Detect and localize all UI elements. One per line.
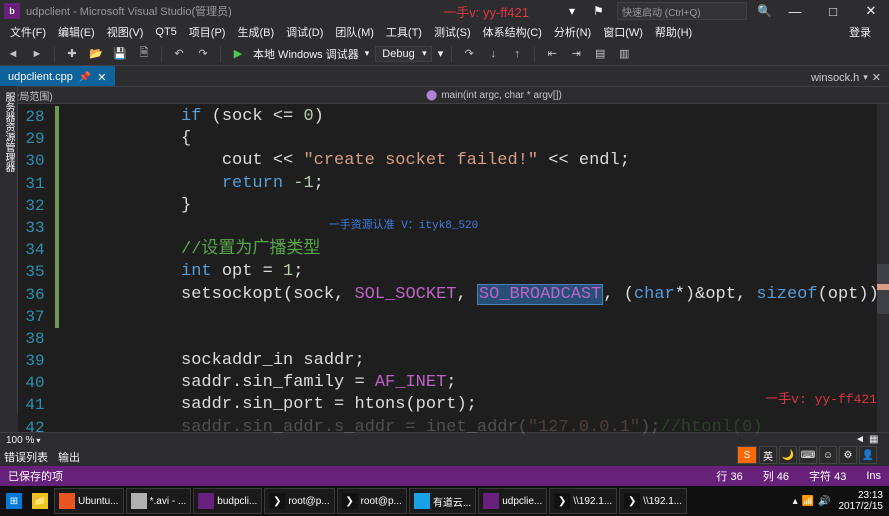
taskbar-clock[interactable]: 23:13 2017/2/15 <box>835 490 888 512</box>
tray-volume-icon[interactable]: 🔊 <box>818 496 830 507</box>
tab-output[interactable]: 输出 <box>58 449 80 465</box>
menu-test[interactable]: 测试(S) <box>428 22 477 42</box>
scope-dropdown[interactable]: (全局范围) <box>6 88 426 103</box>
taskbar-item[interactable]: 有道云... <box>409 488 476 514</box>
code-navbar: (全局范围) ⬤ main(int argc, char * argv[]) <box>0 86 889 104</box>
watermark-center: 一手资源认准 V：ityk8_520 <box>329 216 479 232</box>
status-saved: 已保存的项 <box>8 468 63 484</box>
watermark-right: 一手v: yy-ff421 <box>765 388 877 407</box>
taskbar-item[interactable]: budpcli... <box>193 488 262 514</box>
menu-analyze[interactable]: 分析(N) <box>548 22 597 42</box>
taskbar-item[interactable]: udpclie... <box>478 488 547 514</box>
sogou-icon[interactable]: S <box>737 446 757 464</box>
menu-file[interactable]: 文件(F) <box>4 22 52 42</box>
function-dropdown[interactable]: ⬤ main(int argc, char * argv[]) <box>426 90 562 101</box>
taskbar-item[interactable]: *.avi - ... <box>126 488 192 514</box>
uncomment-icon[interactable]: ▥ <box>615 45 633 63</box>
tab-close-icon[interactable]: ✕ <box>97 71 106 84</box>
step-into-icon[interactable]: ↓ <box>484 45 502 63</box>
flag-icon[interactable]: ⚑ <box>593 4 607 18</box>
save-icon[interactable]: 💾 <box>111 45 129 63</box>
vs-logo-icon: b <box>4 3 20 19</box>
indent-left-icon[interactable]: ⇤ <box>543 45 561 63</box>
taskbar-item[interactable]: ⊞ <box>2 488 26 514</box>
status-line: 行 36 <box>716 468 742 484</box>
status-bar: 已保存的项 行 36 列 46 字符 43 Ins <box>0 466 889 486</box>
sign-in-button[interactable]: 登录 <box>843 22 877 42</box>
ime-emoji-icon[interactable]: ☺ <box>819 446 837 464</box>
menu-project[interactable]: 项目(P) <box>183 22 232 42</box>
main-toolbar: ◄ ► ✚ 📂 💾 🗎 ↶ ↷ ▶ 本地 Windows 调试器 ▾ Debug… <box>0 42 889 66</box>
indent-right-icon[interactable]: ⇥ <box>567 45 585 63</box>
menu-window[interactable]: 窗口(W) <box>597 22 649 42</box>
tab-active[interactable]: udpclient.cpp 📌 ✕ <box>0 66 115 86</box>
open-icon[interactable]: 📂 <box>87 45 105 63</box>
tab-label: udpclient.cpp <box>8 71 73 83</box>
status-mode: Ins <box>866 470 881 482</box>
status-col: 列 46 <box>763 468 789 484</box>
left-tool-strip[interactable]: 服务器资源管理器 <box>0 86 18 414</box>
menu-edit[interactable]: 编辑(E) <box>52 22 101 42</box>
minimize-button[interactable]: — <box>781 4 809 19</box>
window-title: udpclient - Microsoft Visual Studio(管理员) <box>26 3 232 19</box>
menu-debug[interactable]: 调试(D) <box>280 22 329 42</box>
ime-punct-icon[interactable]: 🌙 <box>779 446 797 464</box>
menu-tools[interactable]: 工具(T) <box>380 22 428 42</box>
tray-up-icon[interactable]: ▴ <box>793 496 798 507</box>
start-debug-icon[interactable]: ▶ <box>229 45 247 63</box>
line-number-gutter: 282930313233343536373839404142 <box>18 104 55 432</box>
taskbar-item[interactable]: 📁 <box>28 488 52 514</box>
tray-network-icon[interactable]: 📶 <box>802 496 814 507</box>
undo-icon[interactable]: ↶ <box>170 45 188 63</box>
scrollbar-highlight <box>877 284 889 290</box>
close-button[interactable]: ✕ <box>857 3 885 19</box>
tab-close-icon[interactable]: ✕ <box>872 71 881 84</box>
menubar: 文件(F) 编辑(E) 视图(V) QT5 项目(P) 生成(B) 调试(D) … <box>0 22 889 42</box>
tab-error-list[interactable]: 错误列表 <box>4 449 48 465</box>
editor-tabstrip: udpclient.cpp 📌 ✕ winsock.h ▾ ✕ <box>0 66 889 86</box>
code-area[interactable]: 一手资源认准 V：ityk8_520 一手v: yy-ff421 if (soc… <box>59 104 889 432</box>
code-editor[interactable]: 282930313233343536373839404142 一手资源认准 V：… <box>18 104 889 432</box>
watermark-top: 一手v: yy-ff421 <box>443 2 529 21</box>
nav-forward-icon[interactable]: ► <box>28 45 46 63</box>
chevron-down-icon[interactable]: ▾ <box>863 72 868 83</box>
step-over-icon[interactable]: ↷ <box>460 45 478 63</box>
save-all-icon[interactable]: 🗎 <box>135 45 153 63</box>
taskbar-item[interactable]: ❯\\192.1... <box>549 488 617 514</box>
ime-lang-button[interactable]: 英 <box>759 446 777 464</box>
taskbar-item[interactable]: ❯root@p... <box>337 488 407 514</box>
pin-icon[interactable]: 📌 <box>79 72 91 83</box>
quick-launch-input[interactable]: 快速启动 (Ctrl+Q) <box>617 2 747 20</box>
tab-preview[interactable]: winsock.h ▾ ✕ <box>803 69 889 86</box>
new-file-icon[interactable]: ✚ <box>63 45 81 63</box>
taskbar-item[interactable]: Ubuntu... <box>54 488 124 514</box>
status-char: 字符 43 <box>809 468 846 484</box>
step-out-icon[interactable]: ↑ <box>508 45 526 63</box>
menu-qt5[interactable]: QT5 <box>149 24 182 40</box>
scrollbar-minimap[interactable] <box>877 104 889 432</box>
menu-arch[interactable]: 体系结构(C) <box>477 22 548 42</box>
maximize-button[interactable]: □ <box>819 4 847 19</box>
function-icon: ⬤ <box>426 90 437 101</box>
windows-taskbar: ⊞📁Ubuntu...*.avi - ...budpcli...❯root@p.… <box>0 486 889 516</box>
menu-view[interactable]: 视图(V) <box>101 22 150 42</box>
menu-build[interactable]: 生成(B) <box>231 22 280 42</box>
system-tray[interactable]: ▴ 📶 🔊 23:13 2017/2/15 <box>793 490 887 512</box>
ime-keyboard-icon[interactable]: ⌨ <box>799 446 817 464</box>
taskbar-item[interactable]: ❯root@p... <box>264 488 334 514</box>
config-dropdown[interactable]: Debug <box>375 46 431 62</box>
search-icon[interactable]: 🔍 <box>757 4 771 18</box>
debugger-target[interactable]: 本地 Windows 调试器 <box>253 46 359 62</box>
ime-user-icon[interactable]: 👤 <box>859 446 877 464</box>
ime-settings-icon[interactable]: ⚙ <box>839 446 857 464</box>
taskbar-item[interactable]: ❯\\192.1... <box>619 488 687 514</box>
notification-icon[interactable]: ▾ <box>569 4 583 18</box>
menu-team[interactable]: 团队(M) <box>329 22 380 42</box>
redo-icon[interactable]: ↷ <box>194 45 212 63</box>
nav-back-icon[interactable]: ◄ <box>4 45 22 63</box>
comment-icon[interactable]: ▤ <box>591 45 609 63</box>
window-titlebar: b udpclient - Microsoft Visual Studio(管理… <box>0 0 889 22</box>
ime-toolbar[interactable]: S 英 🌙 ⌨ ☺ ⚙ 👤 <box>737 446 877 464</box>
menu-help[interactable]: 帮助(H) <box>649 22 698 42</box>
